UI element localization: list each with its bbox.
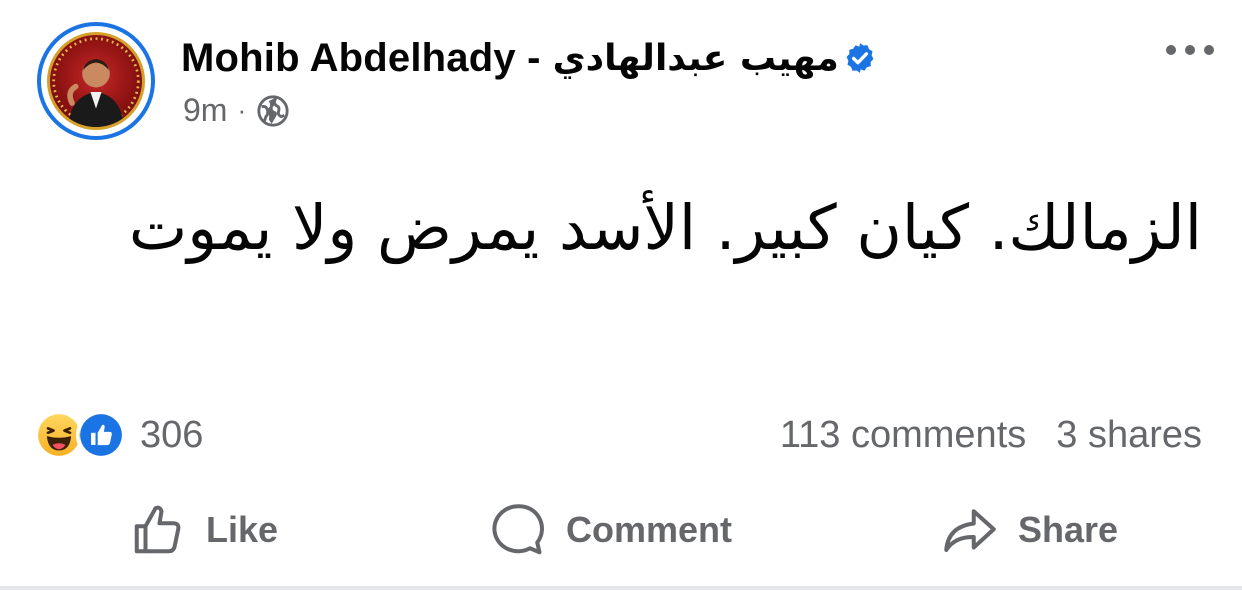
- comment-bubble-icon: [492, 504, 544, 555]
- meta-separator: ·: [237, 95, 247, 125]
- post-meta: 9m ·: [183, 92, 290, 129]
- author-row: Mohib Abdelhady - مهيب عبدالهادي: [181, 30, 877, 86]
- person-figure-icon: [52, 37, 140, 127]
- engagement-stats: 113 comments 3 shares: [780, 410, 1202, 460]
- reaction-count: 306: [140, 413, 204, 456]
- like-icon: [76, 410, 126, 460]
- profile-photo: [47, 32, 145, 130]
- like-button[interactable]: Like: [128, 490, 278, 570]
- author-name-arabic[interactable]: مهيب عبدالهادي: [553, 38, 839, 79]
- author-name[interactable]: Mohib Abdelhady -: [181, 36, 541, 81]
- avatar[interactable]: [37, 22, 155, 140]
- comments-count-link[interactable]: 113 comments: [780, 414, 1026, 457]
- share-arrow-icon: [944, 509, 996, 552]
- reactions-summary[interactable]: 306: [34, 410, 203, 460]
- post-divider: [0, 586, 1242, 590]
- globe-icon[interactable]: [256, 94, 290, 128]
- facebook-post: Mohib Abdelhady - مهيب عبدالهادي 9m · ال…: [0, 0, 1242, 590]
- verified-badge-icon: [843, 41, 877, 75]
- post-text: الزمالك. كيان كبير. الأسد يمرض ولا يموت: [128, 191, 1202, 264]
- comment-label: Comment: [566, 509, 733, 550]
- shares-count-link[interactable]: 3 shares: [1056, 414, 1202, 457]
- share-button[interactable]: Share: [940, 490, 1118, 570]
- post-timestamp[interactable]: 9m: [183, 92, 227, 129]
- action-bar: Like Comment Share: [0, 490, 1242, 570]
- more-options-button[interactable]: [1166, 30, 1214, 70]
- comment-button[interactable]: Comment: [488, 490, 732, 570]
- share-label: Share: [1018, 509, 1119, 550]
- ellipsis-icon: [1166, 45, 1176, 55]
- thumbs-up-icon: [134, 505, 181, 554]
- like-label: Like: [206, 509, 279, 550]
